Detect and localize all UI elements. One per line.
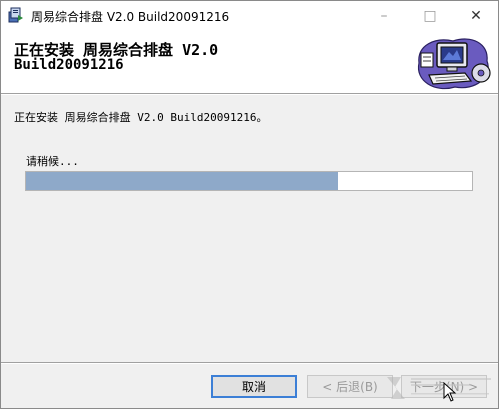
computer-install-icon: [417, 38, 491, 90]
install-progress-bar: [25, 171, 473, 191]
footer-separator: [1, 362, 498, 364]
maximize-button[interactable]: □: [407, 1, 453, 31]
close-button[interactable]: ✕: [453, 1, 498, 31]
title-bar: 周易综合排盘 V2.0 Build20091216 – □ ✕: [1, 1, 498, 31]
minimize-button[interactable]: –: [361, 1, 407, 31]
maximize-icon: □: [423, 8, 437, 24]
header-separator: [1, 93, 498, 95]
progress-label: 请稍候...: [26, 155, 79, 168]
banner-subtitle: Build20091216: [14, 57, 124, 73]
install-status-text: 正在安装 周易综合排盘 V2.0 Build20091216。: [14, 111, 268, 124]
back-button[interactable]: < 后退(B): [307, 375, 393, 398]
progress-fill: [26, 172, 339, 190]
minimize-icon: –: [380, 8, 388, 24]
mouse-cursor-icon: [443, 382, 457, 402]
installer-package-icon: [8, 7, 23, 23]
window-title: 周易综合排盘 V2.0 Build20091216: [31, 10, 230, 24]
header-banner: 正在安装 周易综合排盘 V2.0 Build20091216: [1, 31, 498, 93]
cancel-button[interactable]: 取消: [211, 375, 297, 398]
close-icon: ✕: [470, 8, 482, 24]
installer-window: 周易综合排盘 V2.0 Build20091216 – □ ✕ 正在安装 周易综…: [0, 0, 499, 409]
